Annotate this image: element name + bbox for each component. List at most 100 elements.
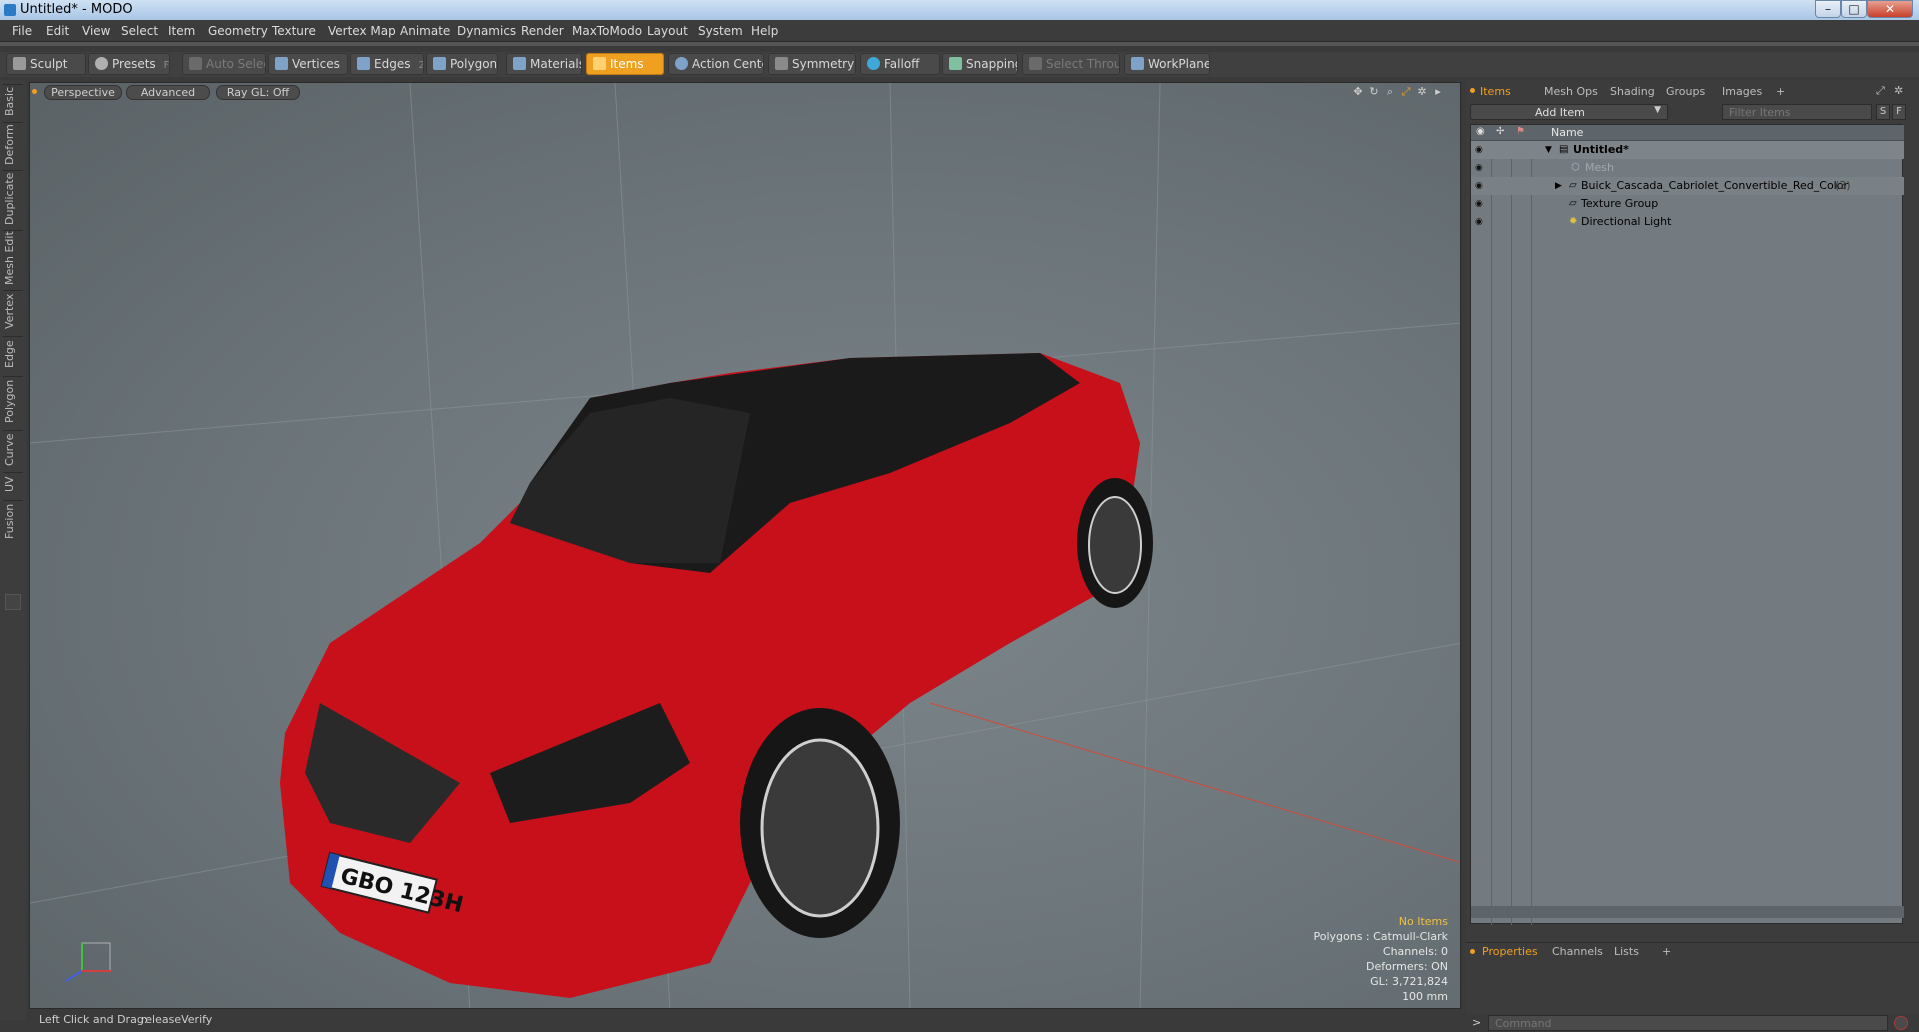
presets-button[interactable]: PresetsF6 xyxy=(88,53,170,75)
tab-lists[interactable]: Lists xyxy=(1614,944,1639,960)
arrow-right-icon[interactable]: ▸ xyxy=(1432,86,1444,98)
tab-uv[interactable]: UV xyxy=(3,472,23,496)
gear-icon[interactable]: ✲ xyxy=(1416,86,1428,98)
tab-channels[interactable]: Channels xyxy=(1552,944,1603,960)
status-bar: Left Click and Drag: releaseVerify xyxy=(29,1011,1461,1029)
tree-header: ◉ ✢ ⚑ Name xyxy=(1471,125,1904,141)
select-through-button[interactable]: Select Through xyxy=(1022,53,1120,75)
viewport-options-dot[interactable] xyxy=(32,89,37,94)
menu-animate[interactable]: Animate xyxy=(400,24,450,38)
tree-row-car-group[interactable]: ◉ ▶ ▱ Buick_Cascada_Cabriolet_Convertibl… xyxy=(1471,177,1904,195)
command-input[interactable] xyxy=(1488,1015,1888,1031)
expand-arrow-icon[interactable]: ▼ xyxy=(1545,141,1552,159)
title-bar: Untitled* - MODO – □ ✕ xyxy=(0,0,1919,20)
menu-edit[interactable]: Edit xyxy=(46,24,69,38)
menu-system[interactable]: System xyxy=(698,24,743,38)
polygons-button[interactable]: Polygons xyxy=(426,53,498,75)
visibility-column-icon: ◉ xyxy=(1476,126,1485,137)
tree-row-directional-light[interactable]: ◉ ✹ Directional Light xyxy=(1471,213,1904,231)
texture-group-icon: ▱ xyxy=(1569,198,1577,209)
modo-app-icon xyxy=(4,4,16,16)
menu-dynamics[interactable]: Dynamics xyxy=(457,24,516,38)
eye-icon[interactable]: ◉ xyxy=(1475,213,1487,227)
sculpt-button[interactable]: Sculpt xyxy=(6,53,86,75)
falloff-button[interactable]: Falloff xyxy=(860,53,940,75)
tab-groups[interactable]: Groups xyxy=(1666,84,1705,100)
pan-icon[interactable]: ✥ xyxy=(1352,86,1364,98)
tab-deform[interactable]: Deform xyxy=(3,122,23,166)
tree-row-texture-group[interactable]: ◉ ▱ Texture Group xyxy=(1471,195,1904,213)
eye-icon[interactable]: ◉ xyxy=(1475,195,1487,209)
tab-basic[interactable]: Basic xyxy=(3,84,23,118)
workplane-icon xyxy=(1131,57,1144,70)
menu-vertex-map[interactable]: Vertex Map xyxy=(328,24,396,38)
menu-select[interactable]: Select xyxy=(121,24,158,38)
menu-file[interactable]: File xyxy=(12,24,32,38)
action-center-button[interactable]: Action Center xyxy=(668,53,764,75)
menu-view[interactable]: View xyxy=(82,24,110,38)
expand-panel-icon[interactable]: ⤢ xyxy=(1876,84,1890,98)
properties-options-dot[interactable] xyxy=(1470,949,1475,954)
tree-scrollbar[interactable] xyxy=(1471,906,1904,918)
tab-curve[interactable]: Curve xyxy=(3,430,23,468)
tab-duplicate[interactable]: Duplicate xyxy=(3,170,23,226)
tab-fusion[interactable]: Fusion xyxy=(3,500,23,542)
close-button[interactable]: ✕ xyxy=(1867,0,1913,18)
menu-geometry[interactable]: Geometry xyxy=(208,24,268,38)
snapping-button[interactable]: Snapping xyxy=(942,53,1018,75)
eye-icon[interactable]: ◉ xyxy=(1475,141,1487,155)
auto-select-button[interactable]: Auto Select xyxy=(182,53,266,75)
menu-texture[interactable]: Texture xyxy=(272,24,316,38)
eye-icon[interactable]: ◉ xyxy=(1475,159,1487,173)
raygl-button[interactable]: Ray GL: Off xyxy=(216,85,300,100)
maximize-viewport-icon[interactable]: ⤢ xyxy=(1400,86,1412,98)
minimize-button[interactable]: – xyxy=(1815,0,1841,18)
eye-icon[interactable]: ◉ xyxy=(1475,177,1487,191)
filter-items-input[interactable] xyxy=(1722,104,1872,120)
add-props-tab-button[interactable]: + xyxy=(1662,944,1671,960)
filter-f-button[interactable]: F xyxy=(1892,104,1906,120)
maximize-button[interactable]: □ xyxy=(1841,0,1867,18)
zoom-icon[interactable]: ⌕ xyxy=(1384,86,1396,98)
axis-gizmo xyxy=(65,942,112,982)
3d-viewport[interactable]: GBO 123H Perspective Advanced Ray GL: Of… xyxy=(29,82,1461,1009)
edges-button[interactable]: Edges2 xyxy=(350,53,424,75)
menu-render[interactable]: Render xyxy=(521,24,564,38)
filter-s-button[interactable]: S xyxy=(1876,104,1890,120)
view-mode-button[interactable]: Perspective xyxy=(44,85,122,100)
tab-images[interactable]: Images xyxy=(1722,84,1762,100)
expand-tabs-button[interactable] xyxy=(5,594,21,610)
expand-arrow-icon[interactable]: ▶ xyxy=(1555,177,1562,195)
materials-icon xyxy=(513,57,526,70)
menu-maxtomodo[interactable]: MaxToModo xyxy=(572,24,642,38)
shading-mode-button[interactable]: Advanced xyxy=(126,85,210,100)
symmetry-button[interactable]: Symmetry xyxy=(768,53,856,75)
tab-items[interactable]: Items xyxy=(1480,84,1511,100)
vertices-button[interactable]: Vertices1 xyxy=(268,53,348,75)
tab-polygon[interactable]: Polygon xyxy=(3,376,23,426)
tab-vertex[interactable]: Vertex xyxy=(3,290,23,332)
panel-gear-icon[interactable]: ✲ xyxy=(1894,84,1908,98)
items-button[interactable]: Items xyxy=(586,53,664,75)
name-column-header[interactable]: Name xyxy=(1551,126,1583,139)
menu-item[interactable]: Item xyxy=(168,24,195,38)
record-icon[interactable] xyxy=(1894,1016,1908,1030)
menu-help[interactable]: Help xyxy=(751,24,778,38)
tab-mesh-edit[interactable]: Mesh Edit xyxy=(3,230,23,286)
tab-edge[interactable]: Edge xyxy=(3,336,23,372)
workplane-button[interactable]: WorkPlane xyxy=(1124,53,1210,75)
materials-button[interactable]: Materials xyxy=(506,53,582,75)
tab-shading[interactable]: Shading xyxy=(1610,84,1655,100)
properties-area xyxy=(1470,962,1915,1010)
menu-layout[interactable]: Layout xyxy=(647,24,688,38)
tree-row-mesh[interactable]: ◉ ⬡ Mesh xyxy=(1471,159,1904,177)
tab-properties[interactable]: Properties xyxy=(1482,944,1538,960)
add-item-dropdown[interactable]: Add Item ▼ xyxy=(1470,104,1668,120)
panel-options-dot[interactable] xyxy=(1470,88,1475,93)
tree-row-scene[interactable]: ◉ ▼ ▤ Untitled* xyxy=(1471,141,1904,159)
tab-mesh-ops[interactable]: Mesh Ops xyxy=(1544,84,1598,100)
rotate-icon[interactable]: ↻ xyxy=(1368,86,1380,98)
add-tab-button[interactable]: + xyxy=(1776,84,1785,100)
chevron-down-icon: ▼ xyxy=(1654,105,1661,115)
mesh-icon: ⬡ xyxy=(1571,162,1580,173)
